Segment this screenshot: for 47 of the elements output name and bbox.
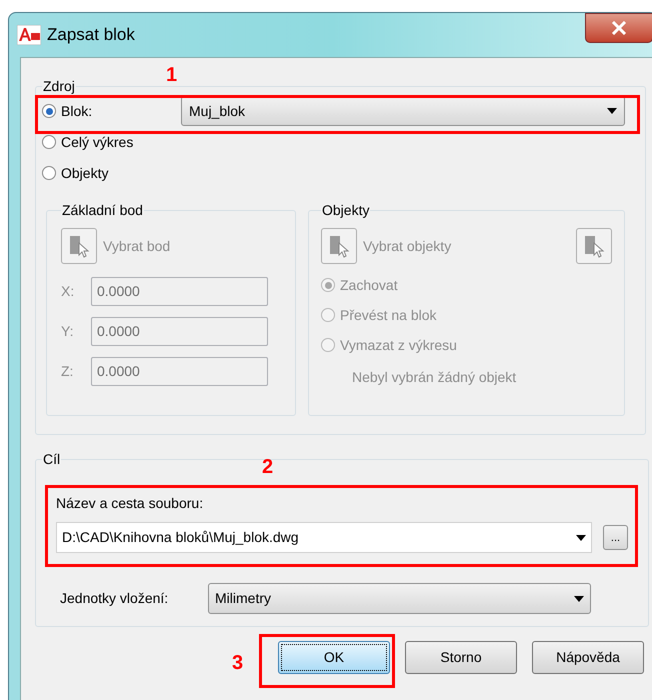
radio-label: Převést na blok <box>340 306 436 324</box>
dialog-button[interactable]: OK <box>278 641 390 674</box>
pick-point-label: Vybrat bod <box>103 236 170 256</box>
coordinate-label: Y: <box>61 322 74 341</box>
select-objects-label: Vybrat objekty <box>363 236 452 256</box>
dropdown-caret-icon <box>607 108 617 114</box>
coordinate-label: X: <box>61 282 76 301</box>
dropdown-value: Milimetry <box>215 589 271 608</box>
annotation-number: 3 <box>232 651 244 676</box>
coordinate-label: Z: <box>61 362 74 381</box>
selection-status: Nebyl vybrán žádný objekt <box>352 368 518 387</box>
group-legend: Zdroj <box>42 79 76 93</box>
radio-option[interactable]: Objekty <box>42 162 178 184</box>
units-dropdown[interactable]: Milimetry <box>208 583 591 614</box>
radio-label: Vymazat z výkresu <box>340 336 457 355</box>
radio-button[interactable] <box>42 135 56 149</box>
dropdown-caret-icon <box>574 596 584 602</box>
pick-cursor-icon <box>68 234 90 258</box>
file-path-field[interactable]: D:\CAD\Knihovna bloků\Muj_blok.dwg <box>56 522 592 553</box>
close-button[interactable] <box>585 13 652 43</box>
browse-button[interactable]: ... <box>603 525 628 550</box>
dropdown-value: Muj_blok <box>189 102 246 121</box>
group-legend: Cíl <box>42 451 62 467</box>
close-icon <box>611 21 627 35</box>
file-path-value: D:\CAD\Knihovna bloků\Muj_blok.dwg <box>62 528 299 547</box>
radio-button[interactable] <box>42 104 56 118</box>
units-label: Jednotky vložení: <box>60 589 170 608</box>
file-path-label: Název a cesta souboru: <box>56 494 204 513</box>
annotation-number: 2 <box>262 455 274 480</box>
radio-label: Objekty <box>61 164 108 183</box>
radio-label: Celý výkres <box>61 132 134 152</box>
dialog-button[interactable]: Nápověda <box>532 641 644 674</box>
dialog-button[interactable]: Storno <box>405 641 517 674</box>
radio-button[interactable] <box>42 166 56 180</box>
group-legend: Objekty <box>321 202 370 218</box>
radio-option[interactable]: Blok: <box>42 100 178 122</box>
radio-label: Zachovat <box>340 276 398 294</box>
window-title: Zapsat blok <box>47 24 135 46</box>
group-legend: Základní bod <box>61 202 144 218</box>
dropdown-caret-icon <box>576 534 586 540</box>
quick-select-icon <box>583 234 605 258</box>
block-dropdown[interactable]: Muj_blok <box>181 96 625 126</box>
select-cursor-icon <box>328 234 350 258</box>
app-logo-icon <box>17 25 41 45</box>
radio-option[interactable]: Celý výkres <box>42 132 178 152</box>
annotation-number: 1 <box>166 63 178 88</box>
radio-label: Blok: <box>61 102 92 120</box>
